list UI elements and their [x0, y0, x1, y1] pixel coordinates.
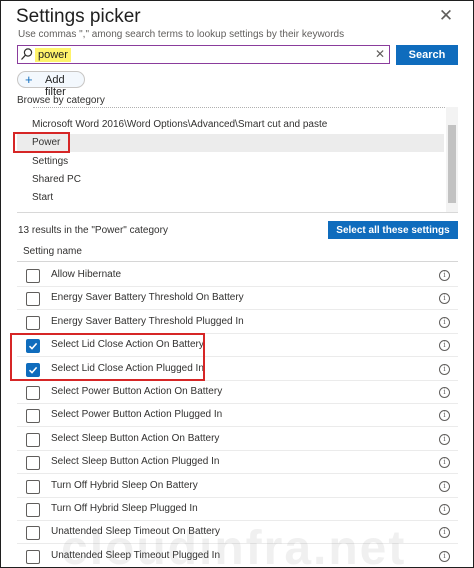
info-icon[interactable]: i: [439, 387, 450, 398]
row-checkbox[interactable]: [26, 432, 40, 447]
table-row[interactable]: Turn Off Hybrid Sleep Plugged In i: [17, 498, 458, 521]
table-row[interactable]: Select Power Button Action Plugged In i: [17, 404, 458, 428]
clear-search-icon[interactable]: ✕: [375, 47, 385, 62]
category-item-start[interactable]: Start: [17, 189, 444, 207]
setting-name: Allow Hibernate: [51, 269, 122, 280]
setting-name: Turn Off Hybrid Sleep On Battery: [51, 479, 198, 491]
search-value: power: [35, 48, 71, 62]
category-list: Microsoft Word 2016\Word Options\Advance…: [17, 107, 458, 213]
table-row[interactable]: Energy Saver Battery Threshold On Batter…: [17, 287, 458, 311]
table-row[interactable]: Select Sleep Button Action On Battery i: [17, 428, 458, 451]
setting-name: Select Sleep Button Action On Battery: [51, 432, 220, 444]
info-icon[interactable]: i: [439, 550, 450, 562]
info-icon[interactable]: i: [439, 316, 450, 328]
checked-rows-annotation: [10, 333, 205, 381]
setting-name: Select Power Button Action Plugged In: [51, 409, 223, 421]
row-checkbox[interactable]: [26, 409, 40, 424]
category-item-power[interactable]: Power: [17, 134, 444, 152]
results-summary: 13 results in the "Power" category: [18, 225, 168, 236]
row-checkbox[interactable]: [26, 479, 40, 494]
table-row[interactable]: Select Sleep Button Action Plugged In i: [17, 451, 458, 475]
info-icon[interactable]: i: [439, 340, 450, 352]
setting-name: Turn Off Hybrid Sleep Plugged In: [51, 503, 198, 514]
settings-picker-panel: Settings picker ✕ Use commas "," among s…: [0, 0, 474, 568]
info-icon[interactable]: i: [439, 527, 450, 539]
info-icon[interactable]: i: [439, 433, 450, 445]
setting-name: Unattended Sleep Timeout On Battery: [51, 526, 220, 538]
list-top-fade: [33, 107, 453, 110]
table-row[interactable]: Allow Hibernate i: [17, 264, 458, 287]
setting-name: Select Power Button Action On Battery: [51, 386, 223, 397]
search-hint: Use commas "," among search terms to loo…: [18, 29, 345, 40]
info-icon[interactable]: i: [439, 410, 450, 422]
row-checkbox[interactable]: [26, 503, 40, 517]
select-all-button[interactable]: Select all these settings: [328, 221, 458, 239]
category-item-shared-pc[interactable]: Shared PC: [17, 171, 444, 189]
row-checkbox[interactable]: [26, 292, 40, 307]
row-checkbox[interactable]: [26, 269, 40, 283]
table-row[interactable]: Unattended Sleep Timeout On Battery i: [17, 521, 458, 545]
page-title: Settings picker: [16, 6, 141, 27]
search-button[interactable]: Search: [396, 45, 458, 65]
table-row[interactable]: Unattended Sleep Timeout Plugged In i: [17, 545, 458, 567]
search-input[interactable]: power ✕: [17, 45, 390, 64]
table-row[interactable]: Select Power Button Action On Battery i: [17, 381, 458, 404]
close-icon[interactable]: ✕: [437, 7, 455, 25]
row-checkbox[interactable]: [26, 549, 40, 564]
add-filter-button[interactable]: + Add filter: [17, 71, 85, 98]
row-checkbox[interactable]: [26, 456, 40, 471]
header-divider: [17, 261, 458, 262]
setting-name: Energy Saver Battery Threshold On Batter…: [51, 292, 244, 304]
info-icon[interactable]: i: [439, 270, 450, 281]
row-checkbox[interactable]: [26, 526, 40, 541]
plus-icon: +: [25, 72, 33, 87]
search-icon: [21, 48, 33, 60]
setting-name: Select Sleep Button Action Plugged In: [51, 456, 220, 468]
browse-by-category-label: Browse by category: [17, 95, 105, 106]
row-checkbox[interactable]: [26, 315, 40, 330]
info-icon[interactable]: i: [439, 457, 450, 469]
setting-name: Unattended Sleep Timeout Plugged In: [51, 549, 221, 561]
info-icon[interactable]: i: [439, 504, 450, 515]
row-checkbox[interactable]: [26, 386, 40, 400]
setting-name: Energy Saver Battery Threshold Plugged I…: [51, 315, 244, 327]
category-item-word-smart-cut[interactable]: Microsoft Word 2016\Word Options\Advance…: [17, 116, 444, 134]
category-scrollbar[interactable]: [446, 107, 458, 212]
setting-name-column-header: Setting name: [23, 246, 82, 257]
scrollbar-thumb[interactable]: [448, 125, 456, 203]
table-row[interactable]: Energy Saver Battery Threshold Plugged I…: [17, 311, 458, 334]
category-item-settings[interactable]: Settings: [17, 153, 444, 171]
info-icon[interactable]: i: [439, 480, 450, 492]
power-highlight-annotation: [13, 132, 70, 153]
info-icon[interactable]: i: [439, 363, 450, 375]
info-icon[interactable]: i: [439, 293, 450, 305]
table-row[interactable]: Turn Off Hybrid Sleep On Battery i: [17, 475, 458, 498]
